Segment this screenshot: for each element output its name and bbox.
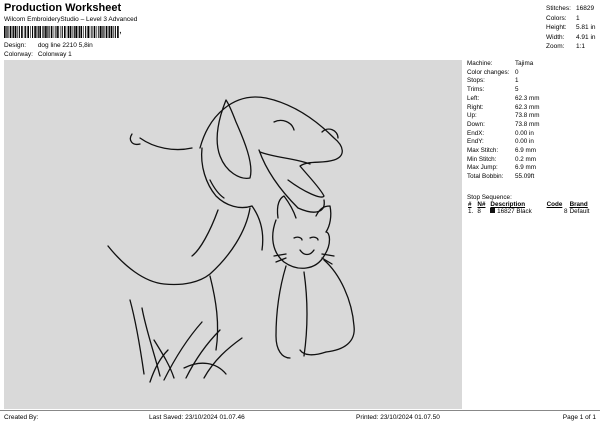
stat-label: Zoom: <box>546 43 565 51</box>
param-label: Up: <box>467 112 477 120</box>
param-label: Trims: <box>467 86 485 94</box>
colorway-value: Colonway 1 <box>37 51 72 58</box>
param-value: 55.09ft <box>515 173 535 181</box>
color-swatch <box>490 208 496 213</box>
stat-value: 16829 <box>576 5 595 12</box>
stop-sequence: Stop Sequence: # N# Description Code Bra… <box>467 194 597 215</box>
param-label: Color changes: <box>467 68 510 76</box>
param-row: Stops: 1 <box>467 77 597 86</box>
param-row: Machine: Tajima <box>467 60 597 69</box>
row-num: 1. <box>468 208 474 215</box>
row-color-name: Black <box>516 208 532 215</box>
printed-date: Printed: 23/10/2024 01.07.50 <box>356 414 440 421</box>
stats-panel: Stitches: 16829 Colors: 1 Height: 5.81 in W… <box>546 4 596 52</box>
param-label: Left: <box>467 94 480 102</box>
software-subtitle: Wilcom EmbroideryStudio – Level 3 Advanc… <box>4 16 138 23</box>
footer: Created By: Last Saved: 23/10/2024 01.07… <box>0 410 600 425</box>
param-value: Tajima <box>515 60 534 67</box>
param-row: Total Bobbin: 55.09ft <box>467 173 597 182</box>
table-header-row: # N# Description Code Brand <box>467 201 597 208</box>
param-value: 73.8 mm <box>515 120 540 128</box>
param-label: EndX: <box>467 129 485 137</box>
param-value: 6.9 mm <box>515 164 536 172</box>
stat-row: Width: 4.91 in <box>546 33 596 43</box>
dog-cat-line-art <box>107 96 355 383</box>
param-label: Max Stitch: <box>467 147 499 155</box>
param-value: 73.8 mm <box>515 112 540 120</box>
param-label: Machine: <box>467 60 493 67</box>
stat-label: Height: <box>546 24 567 32</box>
stop-sequence-title: Stop Sequence: <box>467 194 512 201</box>
machine-params: Machine: Tajima Color changes: 0 Stops: 1 T… <box>467 60 597 182</box>
param-row: Down: 73.8 mm <box>467 121 597 130</box>
stat-row: Colors: 1 <box>546 14 596 24</box>
param-row: EndX: 0.00 in <box>467 130 597 139</box>
page-title: Production Worksheet <box>4 2 122 14</box>
table-row: 1. 8 16827 Black 8 Default <box>467 208 597 215</box>
stat-label: Stitches: <box>546 5 571 12</box>
param-value: 0.2 mm <box>515 155 536 163</box>
param-row: Max Stitch: 6.9 mm <box>467 147 597 156</box>
colorway-label: Colorway: <box>4 51 33 58</box>
param-row: Min Stitch: 0.2 mm <box>467 156 597 165</box>
design-row: Design: dog line 2210 5,8in <box>4 42 93 49</box>
param-value: 62.3 mm <box>515 94 540 102</box>
row-n: 8 <box>477 208 481 215</box>
design-value: dog line 2210 5,8in <box>37 42 93 49</box>
stat-value: 1:1 <box>576 43 586 51</box>
col-brand: Brand <box>569 201 588 208</box>
col-code: Code <box>546 201 563 208</box>
stat-label: Width: <box>546 33 565 41</box>
stop-sequence-table: # N# Description Code Brand 1. 8 16827 B… <box>467 201 597 215</box>
row-code-id: 16827 <box>497 208 515 215</box>
param-label: EndY: <box>467 138 484 146</box>
param-row: Trims: 5 <box>467 86 597 95</box>
col-n: N# <box>477 201 486 208</box>
param-label: Right: <box>467 103 484 111</box>
stat-row: Zoom: 1:1 <box>546 42 596 52</box>
param-label: Down: <box>467 120 485 128</box>
param-row: EndY: 0.00 in <box>467 138 597 147</box>
stat-label: Colors: <box>546 14 567 22</box>
barcode <box>4 26 119 38</box>
param-value: 0.00 in <box>515 138 534 146</box>
col-description: Description <box>490 201 526 208</box>
stat-value: 4.91 in <box>576 33 596 41</box>
param-value: 62.3 mm <box>515 103 540 111</box>
row-brand: Default <box>569 208 590 215</box>
row-description: 16827 Black <box>489 208 545 215</box>
colorway-row: Colorway: Colonway 1 <box>4 51 72 58</box>
param-label: Max Jump: <box>467 164 498 172</box>
row-code: 8 <box>564 208 568 215</box>
param-row: Max Jump: 6.9 mm <box>467 164 597 173</box>
stat-value: 5.81 in <box>576 24 596 32</box>
param-value: 1 <box>515 77 519 85</box>
param-row: Left: 62.3 mm <box>467 95 597 104</box>
col-num: # <box>468 201 472 208</box>
param-value: 0 <box>515 68 519 76</box>
param-label: Min Stitch: <box>467 155 497 163</box>
stat-row: Height: 5.81 in <box>546 23 596 33</box>
param-label: Stops: <box>467 77 485 85</box>
page-number: Page 1 of 1 <box>562 414 596 421</box>
stat-value: 1 <box>576 14 580 22</box>
barcode-suffix: , <box>119 25 122 36</box>
stat-row: Stitches: 16829 <box>546 4 596 14</box>
param-row: Up: 73.8 mm <box>467 112 597 121</box>
created-by: Created By: <box>4 414 39 421</box>
param-row: Right: 62.3 mm <box>467 104 597 113</box>
param-value: 0.00 in <box>515 129 534 137</box>
param-value: 5 <box>515 86 519 94</box>
param-row: Color changes: 0 <box>467 69 597 78</box>
design-preview <box>4 60 462 409</box>
param-value: 6.9 mm <box>515 147 536 155</box>
last-saved: Last Saved: 23/10/2024 01.07.46 <box>149 414 245 421</box>
param-label: Total Bobbin: <box>467 173 504 181</box>
design-label: Design: <box>4 42 27 49</box>
